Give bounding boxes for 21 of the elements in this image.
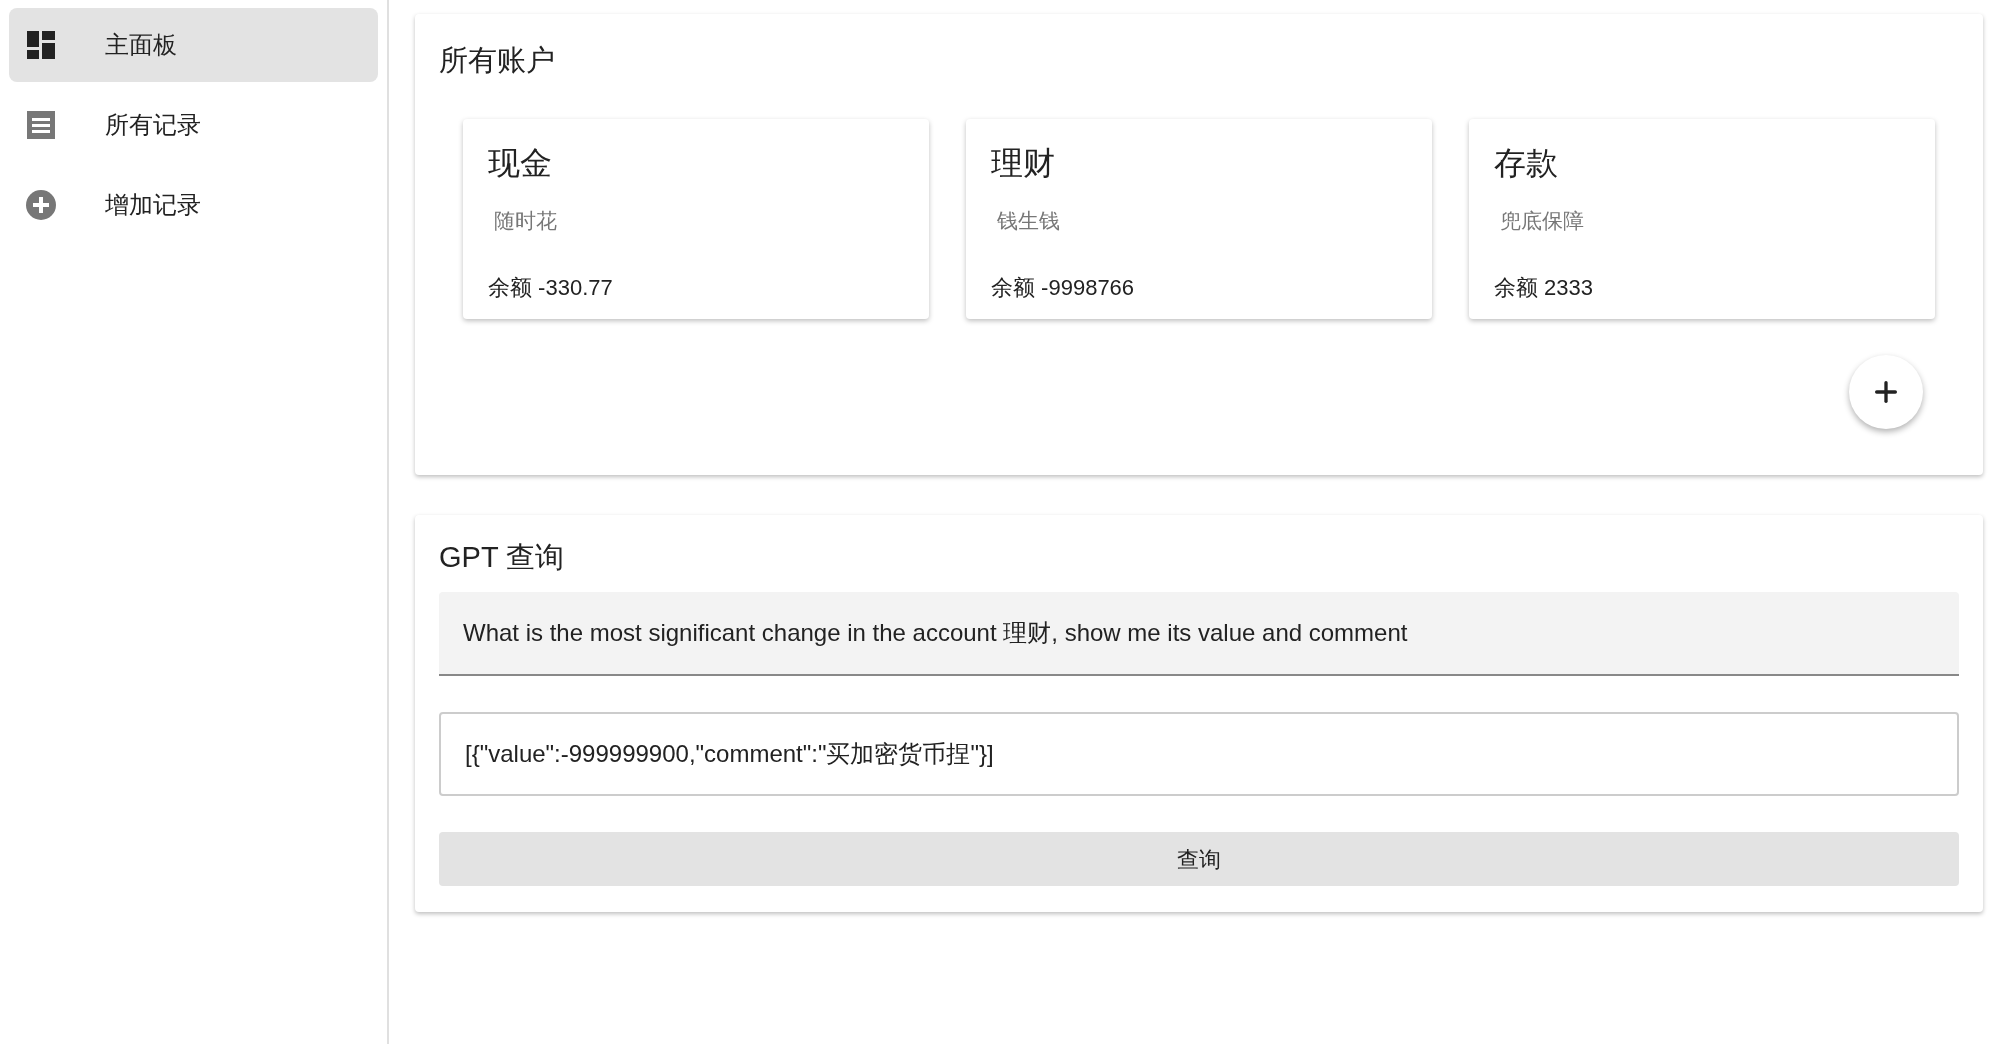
account-description: 兜底保障	[1500, 208, 1585, 234]
answer-field[interactable]: [{"value":-999999900,"comment":"买加密货币捏"}]	[439, 712, 1959, 796]
account-description: 钱生钱	[997, 208, 1061, 234]
account-balance: 余额 -9998766	[991, 273, 1136, 302]
sidebar-item[interactable]: 主面板	[9, 8, 378, 82]
account-balance: 余额 2333	[1494, 273, 1595, 302]
query-button[interactable]: 查询	[439, 832, 1959, 886]
dashboard-icon	[26, 30, 56, 60]
account-name: 理财	[991, 147, 1056, 179]
panel-title: 所有账户	[439, 46, 556, 75]
question-field[interactable]: What is the most significant change in the account 理财, show me its value and comment	[439, 592, 1959, 676]
add-circle-icon	[25, 189, 57, 221]
list-icon	[26, 110, 56, 140]
panel-title: GPT 查询	[439, 543, 566, 572]
account-balance: 余额 -330.77	[488, 273, 614, 302]
account-description: 随时花	[494, 208, 558, 234]
add-account-button[interactable]	[1849, 355, 1923, 429]
sidebar-item[interactable]: 增加记录	[9, 168, 378, 242]
account-name: 现金	[488, 147, 553, 179]
sidebar-item[interactable]: 所有记录	[9, 88, 378, 162]
account-name: 存款	[1494, 147, 1559, 179]
